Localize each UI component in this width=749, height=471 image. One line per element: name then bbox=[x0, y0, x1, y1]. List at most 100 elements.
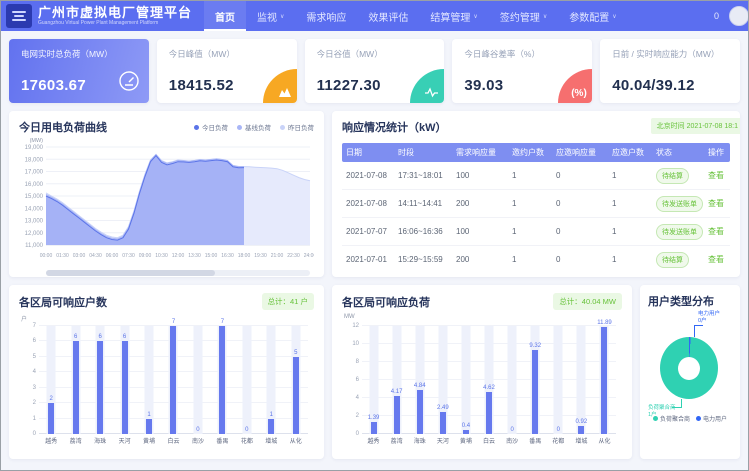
svg-text:19:30: 19:30 bbox=[254, 253, 267, 259]
bar-value-label: 7 bbox=[153, 319, 193, 325]
user-type-panel: 用户类型分布 电力用户 0户 负荷聚合商 1户 bbox=[640, 285, 740, 459]
nav-item-monitor[interactable]: 监视∨ bbox=[246, 1, 295, 31]
bar bbox=[73, 341, 79, 434]
svg-text:13,000: 13,000 bbox=[25, 219, 44, 225]
chart-zoom-slider[interactable] bbox=[46, 270, 310, 276]
pulse-icon bbox=[410, 69, 444, 103]
svg-text:21:00: 21:00 bbox=[271, 253, 284, 259]
view-link[interactable]: 查看 bbox=[708, 170, 726, 181]
nav-item-effect-evaluation[interactable]: 效果评估 bbox=[357, 1, 419, 31]
bar-value-label: 7 bbox=[202, 319, 242, 325]
legend-item-yesterday[interactable]: 昨日负荷 bbox=[280, 122, 314, 132]
bar-cell: 6天河 bbox=[112, 326, 136, 434]
chevron-down-icon: ∨ bbox=[612, 13, 616, 20]
svg-text:06:00: 06:00 bbox=[106, 253, 119, 259]
bar bbox=[440, 412, 446, 434]
app-title: 广州市虚拟电厂管理平台 bbox=[38, 6, 192, 19]
svg-text:18,000: 18,000 bbox=[25, 157, 44, 163]
notification-count[interactable]: 0 bbox=[714, 11, 719, 21]
bar-cell: 6荔湾 bbox=[63, 326, 87, 434]
panel-title: 各区局可响应户数 bbox=[19, 294, 107, 310]
bar-category-label: 从化 bbox=[585, 436, 624, 445]
status-badge: 待发送账单 bbox=[656, 224, 703, 240]
nav-item-home[interactable]: 首页 bbox=[204, 1, 246, 31]
svg-text:04:30: 04:30 bbox=[89, 253, 102, 259]
bar-background-band bbox=[193, 326, 202, 434]
svg-text:(%): (%) bbox=[571, 88, 587, 98]
svg-text:15,000: 15,000 bbox=[25, 194, 44, 200]
load-curve-chart: 11,00012,00013,00014,00015,00016,00017,0… bbox=[19, 135, 314, 262]
kpi-card-realtime-total-load: 电网实时总负荷（MW） 17603.67 bbox=[9, 39, 149, 103]
total-badge: 总计：40.04 MW bbox=[553, 293, 622, 310]
svg-text:12:00: 12:00 bbox=[172, 253, 185, 259]
panel-title: 用户类型分布 bbox=[648, 293, 732, 309]
bar bbox=[122, 341, 128, 434]
app-logo-icon bbox=[6, 4, 32, 28]
bar-cell: 6海珠 bbox=[88, 326, 112, 434]
nav-item-demand-response[interactable]: 需求响应 bbox=[295, 1, 357, 31]
legend-item-baseline[interactable]: 基线负荷 bbox=[237, 122, 271, 132]
view-link[interactable]: 查看 bbox=[708, 226, 726, 237]
panel-title: 各区局可响应负荷 bbox=[342, 294, 430, 310]
brand: 广州市虚拟电厂管理平台 Guangzhou Virtual Power Plan… bbox=[38, 6, 192, 26]
donut-hole bbox=[678, 357, 700, 380]
bar bbox=[486, 392, 492, 434]
bar-cell: 7番禺 bbox=[210, 326, 234, 434]
bar-cell: 0.4黄埔 bbox=[454, 326, 477, 434]
table-row: 2021-07-01 15:29~15:59 200 1 0 1 待结算 查看 bbox=[342, 246, 730, 273]
percent-icon: (%) bbox=[558, 69, 592, 103]
top-navbar: 广州市虚拟电厂管理平台 Guangzhou Virtual Power Plan… bbox=[1, 1, 748, 31]
user-type-donut-chart: 电力用户 0户 负荷聚合商 1户 负荷聚合商 电力用户 bbox=[648, 309, 732, 427]
legend-item-today[interactable]: 今日负荷 bbox=[194, 122, 228, 132]
svg-text:16,000: 16,000 bbox=[25, 182, 44, 188]
svg-text:10:30: 10:30 bbox=[155, 253, 168, 259]
nav-item-settlement[interactable]: 结算管理∨ bbox=[419, 1, 488, 31]
nav-item-parameters[interactable]: 参数配置∨ bbox=[558, 1, 627, 31]
bar-cell: 0花都 bbox=[235, 326, 259, 434]
view-link[interactable]: 查看 bbox=[708, 198, 726, 209]
load-curve-legend: 今日负荷 基线负荷 昨日负荷 bbox=[194, 122, 314, 132]
bar-cell: 0.92增城 bbox=[570, 326, 593, 434]
bar-cell: 0南沙 bbox=[186, 326, 210, 434]
legend-dot bbox=[696, 416, 701, 421]
y-axis-unit: 户 bbox=[21, 314, 27, 323]
bar-category-label: 从化 bbox=[276, 436, 316, 445]
bar-value-label: 11.89 bbox=[585, 320, 624, 326]
svg-text:19,000: 19,000 bbox=[25, 145, 44, 151]
bar bbox=[417, 390, 423, 434]
svg-text:11,000: 11,000 bbox=[25, 243, 44, 249]
bar-cell: 4.17荔湾 bbox=[385, 326, 408, 434]
kpi-card-peak-valley-rate: 今日峰谷差率（%） 39.03 (%) bbox=[452, 39, 592, 103]
main-nav: 首页 监视∨ 需求响应 效果评估 结算管理∨ 签约管理∨ 参数配置∨ bbox=[204, 1, 628, 31]
bar-cell: 2.49天河 bbox=[431, 326, 454, 434]
bar bbox=[268, 419, 274, 434]
kpi-row: 电网实时总负荷（MW） 17603.67 今日峰值（MW） 18415.52 今… bbox=[9, 39, 740, 103]
bar-cell: 1.39越秀 bbox=[362, 326, 385, 434]
view-link[interactable]: 查看 bbox=[708, 254, 726, 265]
svg-text:(MW): (MW) bbox=[30, 138, 44, 144]
app-window: 广州市虚拟电厂管理平台 Guangzhou Virtual Power Plan… bbox=[0, 0, 749, 471]
bar bbox=[219, 326, 225, 434]
beijing-time-badge: 北京时间 2021-07-08 18:1 bbox=[651, 118, 740, 134]
nav-item-contract[interactable]: 签约管理∨ bbox=[489, 1, 558, 31]
kpi-card-today-peak: 今日峰值（MW） 18415.52 bbox=[157, 39, 297, 103]
table-row: 2021-07-08 17:31~18:01 100 1 0 1 待结算 查看 bbox=[342, 162, 730, 190]
response-statistics-panel: 响应情况统计（kW） 北京时间 2021-07-08 18:1 日期 时段 需求… bbox=[332, 111, 740, 277]
legend-item-aggregator[interactable]: 负荷聚合商 bbox=[653, 414, 690, 423]
legend-item-power-user[interactable]: 电力用户 bbox=[696, 414, 727, 423]
legend-dot bbox=[280, 125, 285, 130]
user-avatar[interactable] bbox=[729, 6, 749, 26]
bar bbox=[394, 396, 400, 434]
district-load-bar-panel: 各区局可响应负荷 总计：40.04 MW MW0246810121.39越秀4.… bbox=[332, 285, 632, 459]
slider-fill[interactable] bbox=[46, 270, 215, 276]
kpi-card-response-capability: 日前 / 实时响应能力（MW） 40.04/39.12 bbox=[600, 39, 740, 103]
kpi-card-today-valley: 今日谷值（MW） 11227.30 bbox=[305, 39, 445, 103]
households-bar-chart: 户012345672越秀6荔湾6海珠6天河1黄埔7白云0南沙7番禺0花都1增城5… bbox=[19, 314, 314, 448]
bar bbox=[463, 430, 469, 434]
bar-cell: 1黄埔 bbox=[137, 326, 161, 434]
panel-title: 今日用电负荷曲线 bbox=[19, 119, 107, 135]
bar-background-band bbox=[242, 326, 251, 434]
bar bbox=[97, 341, 103, 434]
chevron-down-icon: ∨ bbox=[543, 13, 547, 20]
bar bbox=[293, 357, 299, 434]
